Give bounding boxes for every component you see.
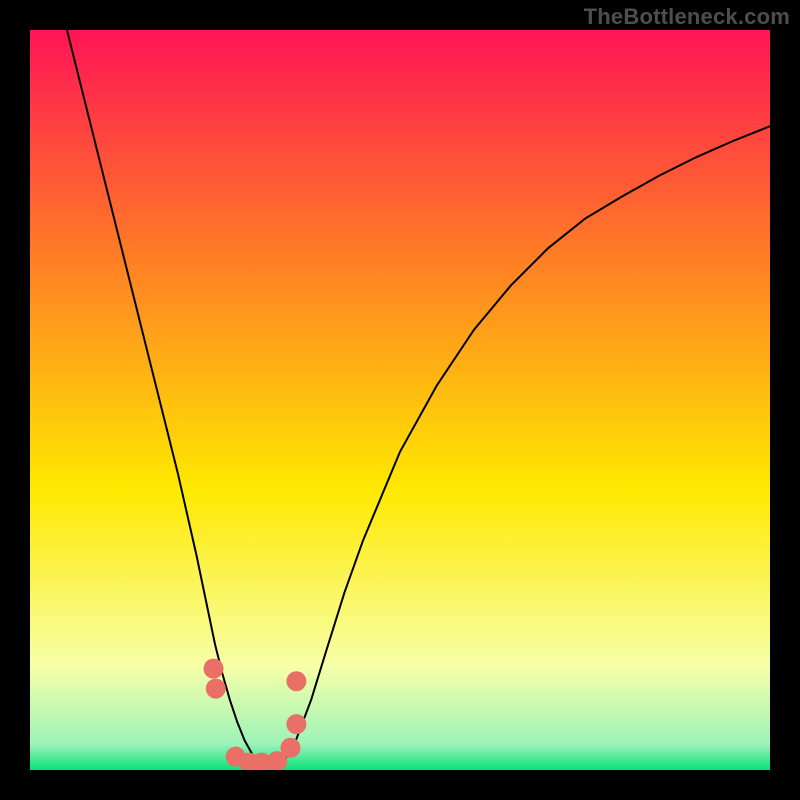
chart-plot-area (30, 30, 770, 770)
chart-background (30, 30, 770, 770)
marker-dot (286, 714, 306, 734)
marker-dot (286, 671, 306, 691)
chart-frame: TheBottleneck.com (0, 0, 800, 800)
marker-dot (280, 738, 300, 758)
watermark-text: TheBottleneck.com (584, 4, 790, 30)
chart-svg (30, 30, 770, 770)
marker-dot (206, 679, 226, 699)
marker-dot (204, 659, 224, 679)
